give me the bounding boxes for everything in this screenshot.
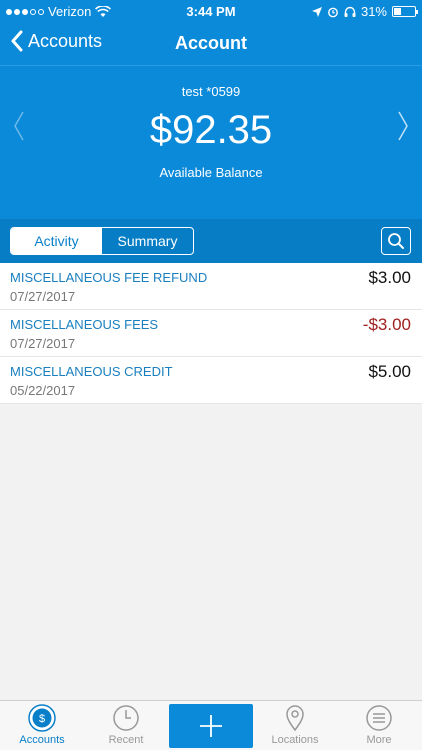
tab-more-label: More (366, 734, 392, 746)
tab-activity[interactable]: Activity (11, 228, 102, 254)
tab-locations[interactable]: Locations (253, 701, 337, 750)
transaction-amount: $5.00 (368, 362, 411, 381)
account-name: test *0599 (181, 84, 241, 99)
tab-accounts[interactable]: $ Accounts (0, 701, 84, 750)
tab-recent-label: Recent (108, 734, 144, 746)
transaction-amount: -$3.00 (362, 315, 411, 334)
account-header: test *0599 $92.35 Available Balance (0, 66, 422, 219)
transaction-name: MISCELLANEOUS FEE REFUND (10, 270, 208, 285)
clock-icon (113, 705, 139, 731)
tab-recent[interactable]: Recent (84, 701, 168, 750)
status-bar: Verizon 3:44 PM 31% (0, 0, 422, 22)
tab-accounts-label: Accounts (19, 734, 65, 746)
balance-amount: $92.35 (149, 108, 273, 152)
transaction-name: MISCELLANEOUS CREDIT (10, 364, 173, 379)
menu-icon (366, 705, 392, 731)
tab-more[interactable]: More (337, 701, 421, 750)
balance-label: Available Balance (159, 165, 263, 180)
battery-icon (392, 6, 418, 17)
alarm-icon (328, 7, 338, 17)
transaction-list: MISCELLANEOUS FEE REFUND 07/27/2017 $3.0… (0, 263, 422, 404)
transaction-row[interactable]: MISCELLANEOUS CREDIT 05/22/2017 $5.00 (0, 357, 422, 404)
transaction-amount: $3.00 (368, 268, 411, 287)
nav-bar: Accounts Account (0, 22, 422, 66)
add-button[interactable] (169, 704, 253, 748)
transaction-name: MISCELLANEOUS FEES (10, 317, 159, 332)
view-toolbar: Activity Summary (0, 219, 422, 263)
search-icon (388, 233, 404, 249)
transaction-date: 07/27/2017 (10, 289, 76, 304)
search-button[interactable] (381, 227, 411, 255)
tab-locations-label: Locations (271, 734, 319, 746)
transaction-row[interactable]: MISCELLANEOUS FEE REFUND 07/27/2017 $3.0… (0, 263, 422, 310)
battery-percent: 31% (360, 4, 387, 19)
next-account-icon[interactable] (397, 110, 409, 142)
tab-bar: $ Accounts Recent Locations More (0, 700, 422, 750)
page-title: Account (175, 33, 247, 53)
headphones-icon (344, 6, 356, 17)
tab-summary[interactable]: Summary (102, 228, 193, 254)
transaction-date: 05/22/2017 (10, 383, 76, 398)
dollar-coin-icon: $ (28, 704, 56, 732)
location-pin-icon (286, 705, 304, 732)
plus-icon (200, 715, 222, 737)
svg-text:$: $ (39, 713, 45, 725)
transaction-row[interactable]: MISCELLANEOUS FEES 07/27/2017 -$3.00 (0, 310, 422, 357)
location-arrow-icon (311, 6, 322, 17)
view-segmented-control: Activity Summary (10, 227, 194, 255)
transaction-date: 07/27/2017 (10, 336, 76, 351)
